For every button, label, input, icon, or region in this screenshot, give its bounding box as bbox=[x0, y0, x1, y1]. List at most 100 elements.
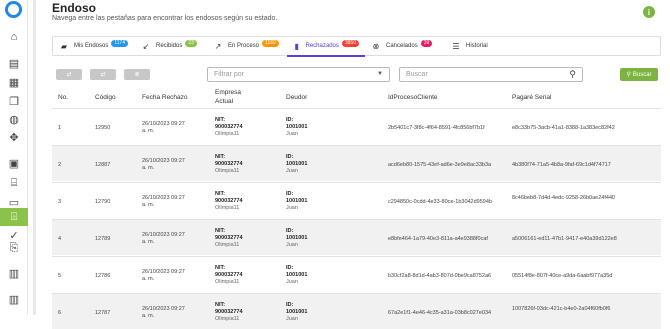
folder-icon: ▰ bbox=[60, 41, 68, 51]
store-icon[interactable]: ▦ bbox=[6, 75, 22, 89]
cell-empresa: NIT: 900032774 Olimpia11 bbox=[215, 302, 243, 323]
nit-value: 900032774 bbox=[215, 161, 243, 167]
id-label: ID: bbox=[286, 191, 294, 197]
action-button-1[interactable]: ⇄ bbox=[56, 69, 82, 80]
cancel-icon: ⊗ bbox=[134, 72, 140, 78]
fecha-ampm: a. m. bbox=[142, 128, 155, 134]
id-value: 1001001 bbox=[286, 235, 308, 241]
fecha-date: 26/10/2023 09:27 bbox=[142, 121, 185, 127]
cell-proceso: 2b5401c7-3f8c-4f64-8591-4fc856bf7b1f bbox=[388, 125, 485, 131]
cell-empresa: NIT: 900032774 Olimpia11 bbox=[215, 228, 243, 249]
col-proceso[interactable]: IdProcesoCliente bbox=[388, 93, 438, 102]
deudor-name: Juan bbox=[286, 316, 298, 322]
tab-recibidos[interactable]: ↙ Recibidos 23 bbox=[135, 36, 207, 56]
tab-historial[interactable]: ☰ Historial bbox=[445, 36, 505, 56]
tab-rechazados[interactable]: ▮ Rechazados 3850 bbox=[287, 36, 365, 57]
empresa-name: Olimpia11 bbox=[215, 205, 240, 211]
institution-icon[interactable]: ⌸ bbox=[6, 176, 22, 190]
list-icon: ☰ bbox=[452, 41, 460, 51]
cell-no: 4 bbox=[58, 236, 62, 242]
col-no[interactable]: No. bbox=[58, 93, 68, 102]
empresa-name: Olimpia11 bbox=[215, 242, 240, 248]
chart-icon[interactable]: ▥ bbox=[6, 266, 22, 280]
table-row[interactable]: 4 12789 26/10/2023 09:27 a. m. NIT: 900032774… bbox=[52, 219, 661, 255]
check-icon[interactable]: ✓ bbox=[6, 228, 22, 242]
deudor-name: Juan bbox=[286, 131, 298, 137]
tab-label: Historial bbox=[466, 43, 488, 49]
search-placeholder: Buscar bbox=[406, 71, 428, 78]
tab-cancelados[interactable]: ⊗ Cancelados 39 bbox=[365, 36, 445, 56]
col-deudor[interactable]: Deudor bbox=[286, 93, 307, 102]
fecha-date: 26/10/2023 09:27 bbox=[142, 269, 185, 275]
fecha-ampm: a. m. bbox=[142, 276, 155, 282]
id-value: 1001001 bbox=[286, 161, 308, 167]
cell-empresa: NIT: 900032774 Olimpia11 bbox=[215, 191, 243, 212]
action-button-2[interactable]: ⇄ bbox=[90, 69, 116, 80]
cell-fecha: 26/10/2023 09:27 a. m. bbox=[142, 158, 185, 172]
info-icon[interactable]: i bbox=[643, 6, 655, 18]
filter-placeholder: Filtrar por bbox=[214, 71, 244, 78]
filter-select[interactable]: Filtrar por ▼ bbox=[207, 67, 390, 82]
cell-no: 5 bbox=[58, 273, 62, 279]
nit-label: NIT: bbox=[215, 117, 226, 123]
tab-badge: 3850 bbox=[341, 39, 359, 47]
col-pagare[interactable]: Pagaré Serial bbox=[512, 93, 551, 102]
fecha-date: 26/10/2023 09:27 bbox=[142, 232, 185, 238]
chevron-down-icon: ▼ bbox=[377, 71, 383, 77]
nit-value: 900032774 bbox=[215, 198, 243, 204]
action-button-3[interactable]: ⊗ bbox=[124, 69, 150, 80]
col-empresa[interactable]: Empresa Actual bbox=[215, 88, 253, 106]
fecha-ampm: a. m. bbox=[142, 239, 155, 245]
deudor-name: Juan bbox=[286, 205, 298, 211]
x-circle-icon: ⊗ bbox=[372, 41, 380, 51]
move-icon[interactable]: ✥ bbox=[6, 130, 22, 144]
document-icon[interactable]: ▭ bbox=[6, 195, 22, 209]
tab-en-proceso[interactable]: ↗ En Proceso 1169 bbox=[207, 36, 287, 56]
endoso-icon[interactable]: ⌹ bbox=[0, 208, 28, 226]
cell-proceso: 67a2e1f1-4e46-4c35-a31a-03b8c027e034 bbox=[388, 310, 492, 316]
cell-deudor: ID: 1001001 Juan bbox=[286, 265, 307, 286]
cell-codigo: 12786 bbox=[95, 273, 111, 279]
table-row[interactable]: 2 12887 26/10/2023 09:27 a. m. NIT: 900032774… bbox=[52, 145, 661, 181]
tab-mis-endosos[interactable]: ▰ Mis Endosos 1174 bbox=[53, 36, 135, 56]
fecha-ampm: a. m. bbox=[142, 202, 155, 208]
table-row[interactable]: 1 12950 26/10/2023 09:27 a. m. NIT: 900032774… bbox=[52, 108, 661, 144]
nit-label: NIT: bbox=[215, 265, 226, 271]
report-icon[interactable]: ▥ bbox=[6, 292, 22, 306]
arrow-down-left-icon: ↙ bbox=[142, 41, 150, 51]
id-label: ID: bbox=[286, 154, 294, 160]
globe-icon[interactable]: ◍ bbox=[6, 112, 22, 126]
cell-no: 3 bbox=[58, 199, 62, 205]
table-row[interactable]: 6 12787 26/10/2023 09:27 a. m. NIT: 900032774… bbox=[52, 293, 661, 329]
table-row[interactable]: 3 12790 26/10/2023 09:27 a. m. NIT: 900032774… bbox=[52, 182, 661, 218]
file-icon: ▮ bbox=[294, 41, 299, 51]
search-input[interactable]: Buscar ⚲ bbox=[399, 67, 583, 82]
arrow-up-right-icon: ↗ bbox=[214, 41, 222, 51]
search-button[interactable]: ⚲ Buscar bbox=[620, 68, 658, 81]
nit-value: 900032774 bbox=[215, 309, 243, 315]
tab-label: Recibidos bbox=[156, 43, 183, 49]
cell-deudor: ID: 1001001 Juan bbox=[286, 191, 307, 212]
tab-badge: 1169 bbox=[262, 39, 279, 47]
nit-label: NIT: bbox=[215, 191, 226, 197]
tab-label: Rechazados bbox=[305, 43, 339, 49]
id-label: ID: bbox=[286, 302, 294, 308]
table-row[interactable]: 5 12786 26/10/2023 09:27 a. m. NIT: 900032774… bbox=[52, 256, 661, 292]
cell-fecha: 26/10/2023 09:27 a. m. bbox=[142, 306, 185, 320]
nit-label: NIT: bbox=[215, 302, 226, 308]
clipboard-icon[interactable]: ▣ bbox=[6, 156, 22, 170]
cell-pagare: 8c46beb8-7d4d-4edc-9258-26b0ae24f440 bbox=[512, 195, 616, 201]
col-fecha[interactable]: Fecha Rechazo bbox=[142, 93, 188, 102]
search-button-label: Buscar bbox=[632, 71, 652, 78]
empresa-name: Olimpia11 bbox=[215, 168, 240, 174]
tab-badge: 39 bbox=[420, 39, 433, 47]
copy-icon[interactable]: ❐ bbox=[6, 94, 22, 108]
cell-empresa: NIT: 900032774 Olimpia11 bbox=[215, 154, 243, 175]
col-codigo[interactable]: Código bbox=[95, 93, 116, 102]
bank-icon[interactable]: ▤ bbox=[6, 56, 22, 70]
cell-codigo: 12950 bbox=[95, 125, 111, 131]
home-icon[interactable]: ⌂ bbox=[6, 30, 22, 44]
fecha-ampm: a. m. bbox=[142, 165, 155, 171]
file-export-icon[interactable]: ⎘ bbox=[6, 241, 22, 255]
sidebar-scrollbar[interactable] bbox=[33, 0, 36, 315]
